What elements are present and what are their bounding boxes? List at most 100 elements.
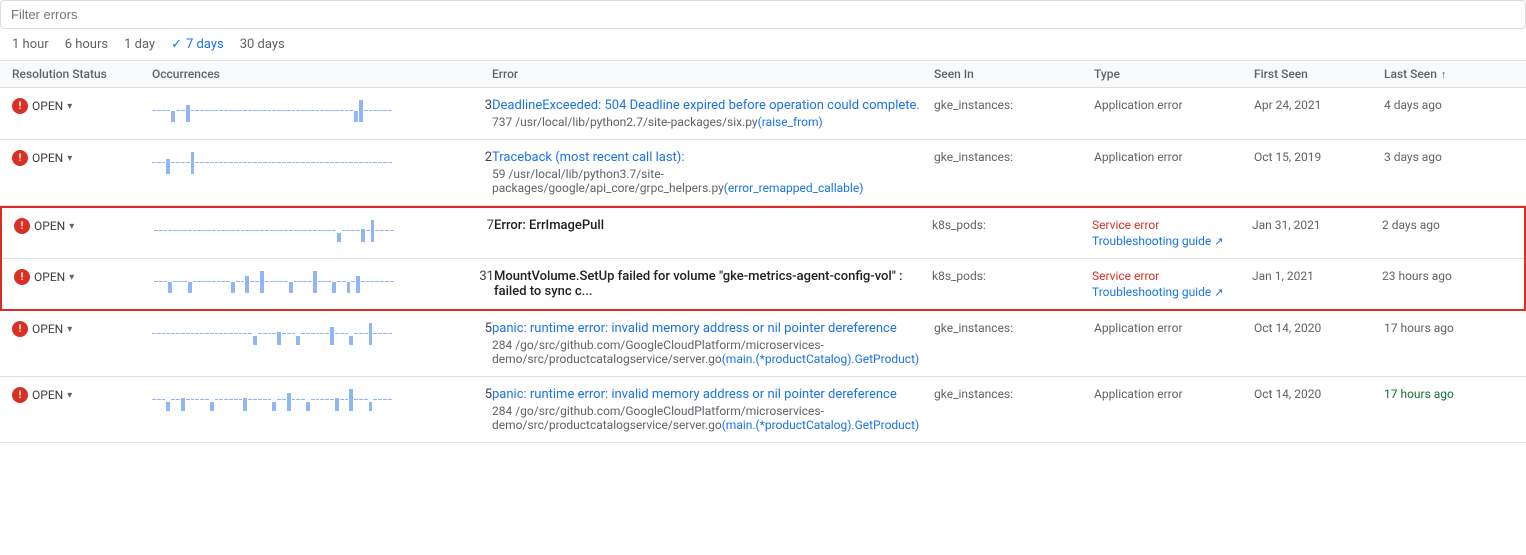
time-option-1d[interactable]: 1 day [124,37,155,52]
error-link[interactable]: (raise_from) [758,115,823,129]
sparkline-cell [152,321,432,345]
table-row: ! OPEN ▾ 5 panic: runtime error: invalid… [0,311,1526,377]
error-details: MountVolume.SetUp failed for volume "gke… [494,269,932,299]
table-row: ! OPEN ▾ 7 Error: ErrImagePull k8s_pods:… [2,208,1524,259]
filter-input[interactable] [0,0,1526,29]
sparkline-cell [152,150,432,174]
last-seen: 23 hours ago [1382,269,1512,283]
seen-in: k8s_pods: [932,218,1092,232]
sparkline-cell [152,387,432,411]
external-link-icon: ↗ [1214,286,1223,299]
dropdown-arrow-icon[interactable]: ▾ [67,101,72,112]
first-seen: Oct 15, 2019 [1254,150,1384,164]
error-icon: ! [12,321,28,337]
seen-in: gke_instances: [934,98,1094,112]
time-option-6h[interactable]: 6 hours [65,37,108,52]
error-title[interactable]: Error: ErrImagePull [494,218,932,233]
dropdown-arrow-icon[interactable]: ▾ [69,272,74,283]
status-label: OPEN [34,270,65,284]
col-first-seen: First Seen [1254,67,1384,81]
resolution-status[interactable]: ! OPEN ▾ [14,269,154,285]
sparkline-cell [152,98,432,122]
type: Application error [1094,98,1254,112]
error-details: panic: runtime error: invalid memory add… [492,321,934,366]
seen-in: gke_instances: [934,387,1094,401]
occurrences-count: 31 [434,269,494,284]
error-title[interactable]: DeadlineExceeded: 504 Deadline expired b… [492,98,934,113]
table-row: ! OPEN ▾ 31 MountVolume.SetUp failed for… [2,259,1524,309]
col-last-seen[interactable]: Last Seen ↑ [1384,67,1514,81]
type-label: Service error [1092,218,1252,232]
error-subtitle: 737 /usr/local/lib/python2.7/site-packag… [492,115,934,129]
time-option-1h[interactable]: 1 hour [12,37,49,52]
first-seen: Oct 14, 2020 [1254,387,1384,401]
time-bar: 1 hour 6 hours 1 day ✓ 7 days 30 days [0,29,1526,61]
resolution-status[interactable]: ! OPEN ▾ [12,387,152,403]
status-label: OPEN [34,219,65,233]
sparkline-cell [154,269,434,293]
type-label: Service error [1092,269,1252,283]
time-option-7d[interactable]: ✓ 7 days [171,37,224,52]
col-error: Error [492,67,934,81]
error-title[interactable]: Traceback (most recent call last): [492,150,934,165]
resolution-status[interactable]: ! OPEN ▾ [14,218,154,234]
table-body: ! OPEN ▾ 3 DeadlineExceeded: 504 Deadlin… [0,88,1526,443]
table-row: ! OPEN ▾ 2 Traceback (most recent call l… [0,140,1526,206]
seen-in: gke_instances: [934,321,1094,335]
dropdown-arrow-icon[interactable]: ▾ [67,153,72,164]
error-subtitle: 284 /go/src/github.com/GoogleCloudPlatfo… [492,404,934,432]
error-icon: ! [12,150,28,166]
resolution-status[interactable]: ! OPEN ▾ [12,321,152,337]
error-details: Error: ErrImagePull [494,218,932,233]
last-seen: 17 hours ago [1384,387,1514,401]
sort-arrow-icon: ↑ [1441,68,1447,81]
error-subtitle: 284 /go/src/github.com/GoogleCloudPlatfo… [492,338,934,366]
last-seen: 2 days ago [1382,218,1512,232]
type: Application error [1094,387,1254,401]
resolution-status[interactable]: ! OPEN ▾ [12,98,152,114]
error-subtitle: 59 /usr/local/lib/python3.7/site-package… [492,167,934,195]
occurrences-count: 5 [432,321,492,336]
status-label: OPEN [32,151,63,165]
status-label: OPEN [32,322,63,336]
error-link[interactable]: (error_remapped_callable) [724,181,864,195]
troubleshooting-link[interactable]: Troubleshooting guide ↗ [1092,234,1252,248]
troubleshooting-link[interactable]: Troubleshooting guide ↗ [1092,285,1252,299]
table-row: ! OPEN ▾ 5 panic: runtime error: invalid… [0,377,1526,443]
error-file: 737 /usr/local/lib/python2.7/site-packag… [492,115,758,129]
status-label: OPEN [32,99,63,113]
dropdown-arrow-icon[interactable]: ▾ [67,324,72,335]
first-seen: Jan 31, 2021 [1252,218,1382,232]
error-details: panic: runtime error: invalid memory add… [492,387,934,432]
occurrences-count: 3 [432,98,492,113]
status-label: OPEN [32,388,63,402]
last-seen: 17 hours ago [1384,321,1514,335]
first-seen: Apr 24, 2021 [1254,98,1384,112]
error-title[interactable]: panic: runtime error: invalid memory add… [492,321,934,336]
col-type: Type [1094,67,1254,81]
occurrences-count: 7 [434,218,494,233]
error-title[interactable]: panic: runtime error: invalid memory add… [492,387,934,402]
external-link-icon: ↗ [1214,235,1223,248]
dropdown-arrow-icon[interactable]: ▾ [67,390,72,401]
col-occurrences-count [432,67,492,81]
error-link[interactable]: (main.(*productCatalog).GetProduct) [722,418,920,432]
type: Application error [1094,321,1254,335]
occurrences-count: 5 [432,387,492,402]
occurrences-count: 2 [432,150,492,165]
col-occurrences: Occurrences [152,67,432,81]
resolution-status[interactable]: ! OPEN ▾ [12,150,152,166]
last-seen: 4 days ago [1384,98,1514,112]
error-title[interactable]: MountVolume.SetUp failed for volume "gke… [494,269,932,299]
error-icon: ! [12,387,28,403]
check-icon: ✓ [171,37,182,52]
time-option-30d[interactable]: 30 days [240,37,285,52]
dropdown-arrow-icon[interactable]: ▾ [69,221,74,232]
type: Service error Troubleshooting guide ↗ [1092,218,1252,248]
error-details: DeadlineExceeded: 504 Deadline expired b… [492,98,934,129]
error-link[interactable]: (main.(*productCatalog).GetProduct) [722,352,920,366]
col-resolution-status: Resolution Status [12,67,152,81]
first-seen: Oct 14, 2020 [1254,321,1384,335]
last-seen: 3 days ago [1384,150,1514,164]
seen-in: gke_instances: [934,150,1094,164]
